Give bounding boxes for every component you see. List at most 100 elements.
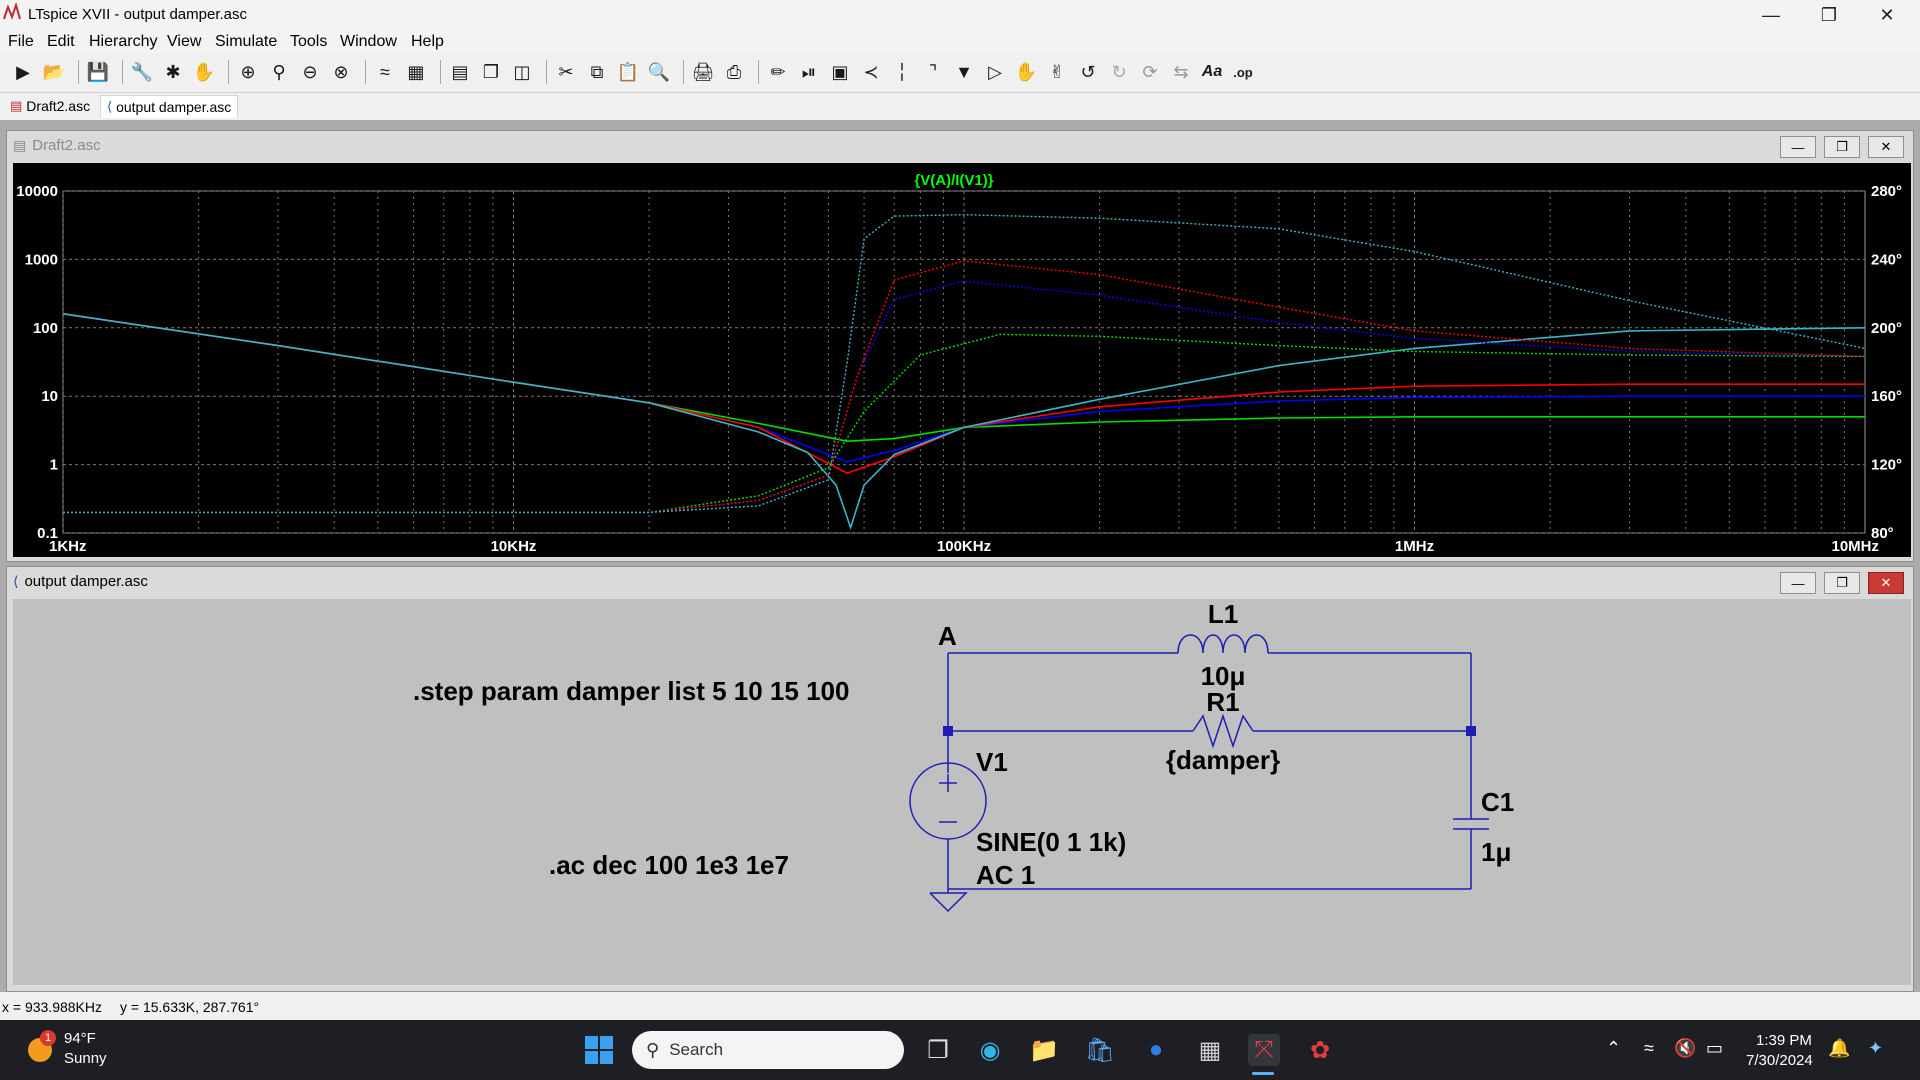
zoom-fit-button[interactable]: ⊗ [328, 58, 354, 86]
menu-simulate[interactable]: Simulate [215, 33, 277, 51]
plot-minimize-button[interactable]: — [1780, 136, 1816, 158]
store-button[interactable]: 🛍 [1084, 1034, 1116, 1066]
open-button[interactable]: 📂 [41, 58, 67, 86]
resistor-r1[interactable] [1192, 713, 1254, 749]
capacitor-button[interactable]: ╎ [889, 58, 915, 86]
move-button[interactable]: ✋ [1013, 58, 1039, 86]
drag-icon: ✌ [1049, 61, 1065, 82]
v1-name[interactable]: V1 [976, 747, 1008, 777]
c1-value[interactable]: 1μ [1481, 837, 1511, 867]
volume-muted-icon[interactable]: 🔇 [1674, 1038, 1696, 1059]
task-view-button[interactable]: ❐ [922, 1034, 954, 1066]
ground-button[interactable]: ⏯ [796, 58, 822, 86]
schematic-canvas[interactable]: A L1 10μ R1 {damper} V1 SINE(0 1 1k) AC … [13, 599, 1911, 985]
spice-directive-button[interactable]: .op [1230, 58, 1256, 86]
inductor-button[interactable]: ⌝ [920, 58, 946, 86]
paste-button[interactable]: 📋 [615, 58, 641, 86]
save-button[interactable]: 💾 [85, 58, 111, 86]
battery-icon[interactable]: ▭ [1706, 1038, 1723, 1059]
net-label-a[interactable]: A [938, 621, 957, 651]
app-button[interactable]: ✿ [1304, 1034, 1336, 1066]
schematic-maximize-button[interactable]: ❐ [1824, 572, 1860, 594]
pan-button[interactable]: ✋ [191, 58, 217, 86]
menu-file[interactable]: File [8, 33, 34, 51]
show-hidden-icons[interactable]: ⌃ [1606, 1038, 1621, 1059]
menu-edit[interactable]: Edit [47, 33, 75, 51]
menu-help[interactable]: Help [411, 33, 444, 51]
component-button[interactable]: ▷ [982, 58, 1008, 86]
rotate-button[interactable]: ⟳ [1137, 58, 1163, 86]
resistor-button[interactable]: ≺ [858, 58, 884, 86]
print-setup-button[interactable]: ⎙ [721, 58, 747, 86]
copilot-icon[interactable]: ✦ [1868, 1038, 1883, 1059]
waveform-chart[interactable]: 1KHz 10KHz 100KHz 1MHz 10MHz1000010001001010… [13, 163, 1911, 557]
undo-button[interactable]: ↺ [1075, 58, 1101, 86]
tile-vertical-button[interactable]: ◫ [509, 58, 535, 86]
copy-button[interactable]: ⧉ [584, 58, 610, 86]
menu-tools[interactable]: Tools [290, 33, 327, 51]
schematic-drawing[interactable]: A L1 10μ R1 {damper} V1 SINE(0 1 1k) AC … [13, 599, 1911, 985]
schematic-window-titlebar[interactable]: ⟨ output damper.asc [7, 567, 1913, 595]
taskbar-search[interactable]: ⚲ Search [632, 1031, 904, 1069]
r1-name[interactable]: R1 [1206, 687, 1239, 717]
halt-button[interactable]: ✱ [160, 58, 186, 86]
clock-time[interactable]: 1:39 PM [1756, 1032, 1812, 1049]
menu-window[interactable]: Window [340, 33, 397, 51]
schematic-close-button[interactable]: ✕ [1868, 572, 1904, 594]
active-indicator [1252, 1072, 1274, 1075]
v1-value-line2[interactable]: AC 1 [976, 860, 1035, 890]
label-net-button[interactable]: ▣ [827, 58, 853, 86]
draw-wire-button[interactable]: ✏ [765, 58, 791, 86]
plot-maximize-button[interactable]: ❐ [1824, 136, 1860, 158]
v1-value-line1[interactable]: SINE(0 1 1k) [976, 827, 1126, 857]
draw-wire-icon: ✏ [770, 61, 786, 82]
tab-draft2[interactable]: ▤ Draft2.asc [4, 95, 96, 117]
minimize-button[interactable]: — [1742, 0, 1800, 30]
r1-value[interactable]: {damper} [1166, 745, 1280, 775]
notifications-icon[interactable]: 🔔 [1828, 1038, 1850, 1059]
tile-horizontal-button[interactable]: ▤ [447, 58, 473, 86]
autorange-button[interactable]: ≈ [372, 58, 398, 86]
zoom-in-button[interactable]: ⊕ [235, 58, 261, 86]
cascade-button[interactable]: ❐ [478, 58, 504, 86]
step-directive[interactable]: .step param damper list 5 10 15 100 [413, 676, 849, 706]
mirror-button[interactable]: ⇆ [1168, 58, 1194, 86]
start-button[interactable] [583, 1034, 615, 1066]
calculator-button[interactable]: ▦ [1194, 1034, 1226, 1066]
find-button[interactable]: 🔍 [646, 58, 672, 86]
close-icon: ✕ [1879, 4, 1895, 25]
control-panel-button[interactable]: 🔧 [129, 58, 155, 86]
clock-date[interactable]: 7/30/2024 [1746, 1052, 1813, 1069]
plot-pane[interactable]: 1KHz 10KHz 100KHz 1MHz 10MHz 10000 1000 100 10 1 0… [13, 163, 1911, 557]
plot-close-button[interactable]: ✕ [1868, 136, 1904, 158]
y-tick-label: 1000 [25, 251, 58, 268]
weather-widget[interactable]: 1 [24, 1030, 56, 1066]
close-button[interactable]: ✕ [1858, 0, 1916, 30]
text-button[interactable]: Aa [1199, 58, 1225, 86]
zoom-area-button[interactable]: ⚲ [266, 58, 292, 86]
inductor-l1[interactable] [1177, 634, 1269, 654]
l1-name[interactable]: L1 [1208, 599, 1238, 629]
cut-button[interactable]: ✂ [553, 58, 579, 86]
ground-symbol[interactable] [929, 892, 968, 913]
c1-name[interactable]: C1 [1481, 787, 1514, 817]
menu-hierarchy[interactable]: Hierarchy [89, 33, 157, 51]
schematic-minimize-button[interactable]: — [1780, 572, 1816, 594]
edge-button[interactable]: ◉ [974, 1034, 1006, 1066]
print-button[interactable]: 🖨 [690, 58, 716, 86]
run-button[interactable]: ▶ [10, 58, 36, 86]
zoom-out-button[interactable]: ⊖ [297, 58, 323, 86]
plot-window-titlebar[interactable]: ▤ Draft2.asc [7, 131, 1913, 159]
wifi-icon[interactable]: ≈ [1644, 1038, 1654, 1059]
restore-button[interactable]: ❐ [1800, 0, 1858, 30]
menu-view[interactable]: View [167, 33, 201, 51]
diode-button[interactable]: ▼ [951, 58, 977, 86]
grid-button[interactable]: ▦ [403, 58, 429, 86]
file-explorer-button[interactable]: 📁 [1028, 1034, 1060, 1066]
redo-button[interactable]: ↻ [1106, 58, 1132, 86]
browser-button[interactable]: ● [1140, 1034, 1172, 1066]
ltspice-taskbar-button[interactable]: ⤧ [1248, 1034, 1280, 1066]
drag-button[interactable]: ✌ [1044, 58, 1070, 86]
ac-directive[interactable]: .ac dec 100 1e3 1e7 [549, 850, 789, 880]
tab-output-damper[interactable]: ⟨ output damper.asc [100, 95, 239, 118]
